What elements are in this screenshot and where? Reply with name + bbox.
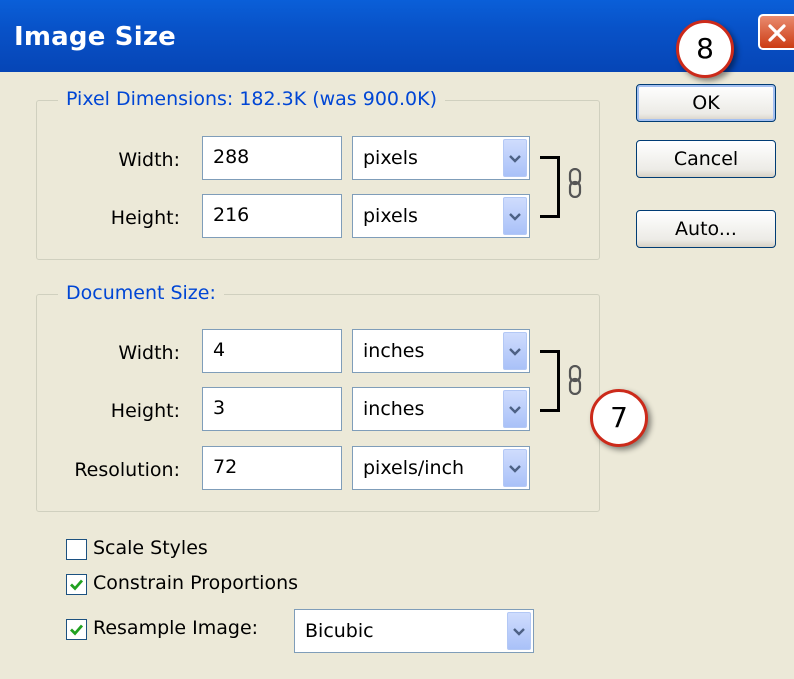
auto-button[interactable]: Auto... xyxy=(636,210,776,248)
chevron-down-icon xyxy=(509,465,521,473)
resample-image-checkbox[interactable] xyxy=(66,619,87,640)
close-button[interactable] xyxy=(758,14,794,50)
pixel-height-label: Height: xyxy=(110,207,180,229)
step-callout-7: 7 xyxy=(590,389,648,447)
title-bar: Image Size xyxy=(0,0,794,72)
doc-height-input[interactable]: 3 xyxy=(202,387,342,431)
chevron-down-icon xyxy=(513,628,525,636)
pixel-height-input[interactable]: 216 xyxy=(202,194,342,238)
resolution-input[interactable]: 72 xyxy=(202,446,342,490)
ok-button[interactable]: OK xyxy=(636,84,776,122)
dropdown-arrow[interactable] xyxy=(503,197,527,235)
resolution-unit-value: pixels/inch xyxy=(363,457,465,479)
dropdown-arrow[interactable] xyxy=(503,390,527,428)
resample-method-select[interactable]: Bicubic xyxy=(294,609,534,653)
pixel-height-unit-value: pixels xyxy=(363,205,418,227)
chevron-down-icon xyxy=(509,406,521,414)
pixel-width-input[interactable]: 288 xyxy=(202,136,342,180)
resolution-label: Resolution: xyxy=(74,459,180,481)
doc-height-unit-select[interactable]: inches xyxy=(352,387,530,431)
resample-image-label: Resample Image: xyxy=(93,617,259,639)
chevron-down-icon xyxy=(509,213,521,221)
pixel-dimensions-legend: Pixel Dimensions: 182.3K (was 900.0K) xyxy=(58,88,446,110)
dropdown-arrow[interactable] xyxy=(503,139,527,177)
dropdown-arrow[interactable] xyxy=(507,612,531,650)
dialog-title: Image Size xyxy=(14,22,177,52)
constrain-proportions-label: Constrain Proportions xyxy=(93,572,299,594)
scale-styles-checkbox[interactable] xyxy=(66,539,87,560)
checkmark-icon xyxy=(70,579,84,591)
resample-method-value: Bicubic xyxy=(305,620,374,642)
resolution-unit-select[interactable]: pixels/inch xyxy=(352,446,530,490)
cancel-button[interactable]: Cancel xyxy=(636,140,776,178)
constrain-proportions-checkbox[interactable] xyxy=(66,574,87,595)
chevron-down-icon xyxy=(509,348,521,356)
scale-styles-label: Scale Styles xyxy=(93,537,208,559)
doc-width-unit-value: inches xyxy=(363,340,425,362)
doc-height-unit-value: inches xyxy=(363,398,425,420)
dropdown-arrow[interactable] xyxy=(503,449,527,487)
pixel-height-unit-select[interactable]: pixels xyxy=(352,194,530,238)
doc-height-label: Height: xyxy=(110,400,180,422)
doc-width-input[interactable]: 4 xyxy=(202,329,342,373)
pixel-width-unit-value: pixels xyxy=(363,147,418,169)
dialog-body: Pixel Dimensions: 182.3K (was 900.0K) Wi… xyxy=(0,72,794,679)
document-size-legend: Document Size: xyxy=(58,282,224,304)
pixel-width-label: Width: xyxy=(118,149,180,171)
chain-link-icon xyxy=(568,168,582,198)
document-link-bracket xyxy=(540,350,560,412)
chain-link-icon xyxy=(568,365,582,395)
chevron-down-icon xyxy=(509,155,521,163)
doc-width-label: Width: xyxy=(118,342,180,364)
doc-width-unit-select[interactable]: inches xyxy=(352,329,530,373)
step-callout-8: 8 xyxy=(676,20,734,78)
checkmark-icon xyxy=(70,624,84,636)
close-icon xyxy=(768,24,786,42)
pixel-width-unit-select[interactable]: pixels xyxy=(352,136,530,180)
dropdown-arrow[interactable] xyxy=(503,332,527,370)
pixel-link-bracket xyxy=(540,156,560,218)
